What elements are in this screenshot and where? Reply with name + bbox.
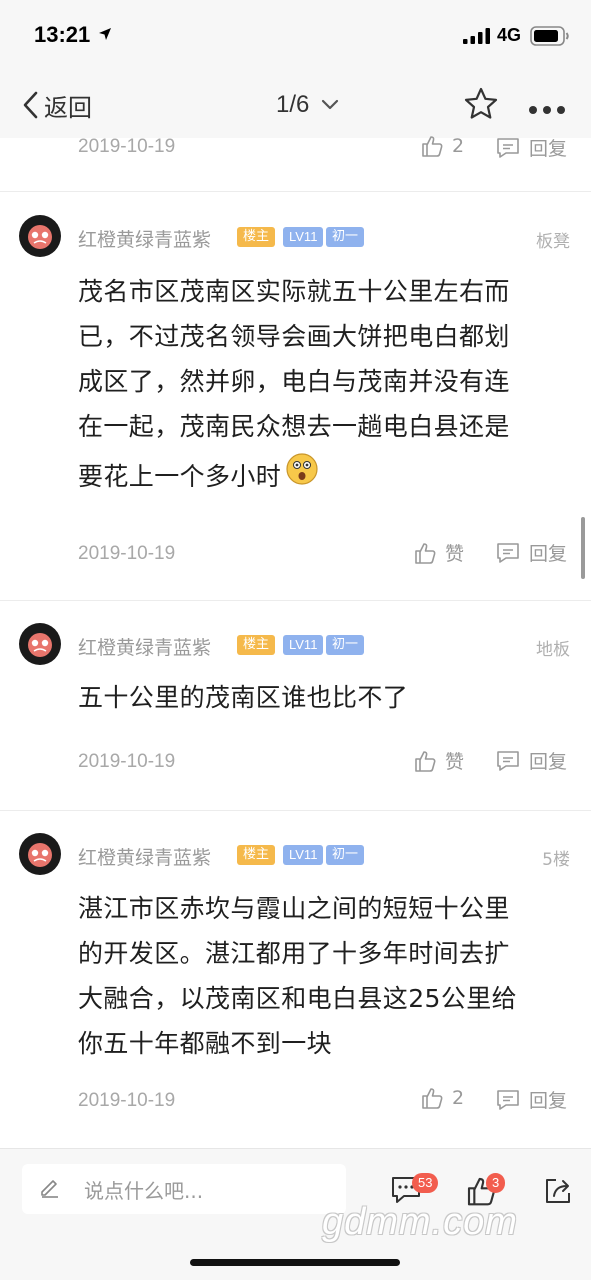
thumbs-up-icon: [422, 1088, 443, 1109]
like-label: 赞: [445, 751, 465, 773]
post-item: 红橙黄绿青蓝紫 楼主 LV11 初一 板凳 茂名市区茂南区实际就五十公里左右而 …: [0, 193, 591, 601]
more-options-icon[interactable]: [528, 100, 566, 119]
thumbs-up-icon: [422, 136, 443, 157]
title-badge: 初一: [326, 635, 365, 655]
avatar[interactable]: [19, 623, 61, 665]
avatar[interactable]: [19, 215, 61, 257]
post-content: 茂名市区茂南区实际就五十公里左右而 已，不过茂名领导会画大饼把电白都划 成区了，…: [78, 269, 553, 503]
post-content: 湛江市区赤坎与霞山之间的短短十公里 的开发区。湛江都用了十多年时间去扩 大融合，…: [78, 886, 553, 1066]
favorite-star-icon[interactable]: [463, 86, 499, 126]
floor-label: 板凳: [536, 232, 570, 252]
home-indicator[interactable]: [190, 1259, 400, 1266]
watermark: gdmm.com: [322, 1201, 518, 1243]
emoji-icon: [285, 452, 319, 500]
level-badge: LV11: [283, 635, 324, 655]
content-line: 的开发区。湛江都用了十多年时间去扩: [78, 939, 510, 968]
comment-icon: [497, 542, 519, 563]
username[interactable]: 红橙黄绿青蓝紫: [78, 843, 211, 870]
pencil-icon: [38, 1175, 62, 1203]
content-line: 成区了，然并卵，电白与茂南并没有连: [78, 367, 510, 396]
scrollbar-thumb[interactable]: [581, 517, 585, 579]
like-button[interactable]: 赞: [413, 539, 464, 566]
content-line: 已，不过茂名领导会画大饼把电白都划: [78, 322, 510, 351]
reply-label: 回复: [529, 751, 568, 773]
like-label: 赞: [445, 543, 465, 565]
chevron-down-icon: [322, 99, 339, 110]
like-button[interactable]: 赞: [413, 747, 464, 774]
back-button[interactable]: 返回: [22, 88, 92, 122]
comment-count-badge: 53: [412, 1173, 439, 1193]
page-indicator: 1/6: [276, 91, 310, 118]
network-type: 4G: [497, 25, 522, 45]
post-item: 红橙黄绿青蓝紫 楼主 LV11 初一 地板 五十公里的茂南区谁也比不了 2019…: [0, 601, 591, 811]
like-count: 2: [452, 135, 465, 157]
comment-icon: [497, 750, 519, 771]
content-line: 大融合，以茂南区和电白县这25公里给: [78, 984, 518, 1013]
username[interactable]: 红橙黄绿青蓝紫: [78, 633, 211, 660]
like-button[interactable]: 2: [420, 134, 464, 158]
title-badge: 初一: [326, 845, 365, 865]
like-count: 2: [452, 1087, 465, 1109]
username[interactable]: 红橙黄绿青蓝紫: [78, 225, 211, 252]
share-icon: [546, 1179, 570, 1203]
previous-post-footer: 2019-10-19 2 回复: [0, 135, 591, 192]
content-line: 茂名市区茂南区实际就五十公里左右而: [78, 277, 510, 306]
content-line: 在一起，茂南民众想去一趟电白县还是: [78, 412, 510, 441]
reply-label: 回复: [529, 138, 568, 160]
reply-button[interactable]: 回复: [495, 747, 567, 774]
reply-button[interactable]: 回复: [495, 539, 567, 566]
bottom-toolbar: 说点什么吧... 53 3 gdmm.com: [0, 1148, 591, 1280]
input-placeholder: 说点什么吧...: [84, 1178, 204, 1203]
owner-badge: 楼主: [237, 635, 276, 655]
level-badge: LV11: [283, 845, 324, 865]
post-date: 2019-10-19: [78, 751, 176, 772]
back-label: 返回: [44, 93, 92, 122]
owner-badge: 楼主: [237, 845, 276, 865]
navigation-bar: 返回 1/6: [0, 72, 591, 138]
level-badge: LV11: [283, 227, 324, 247]
status-time: 13:21: [34, 22, 91, 47]
reply-label: 回复: [529, 1090, 568, 1112]
post-date: 2019-10-19: [78, 1090, 176, 1111]
post-content: 五十公里的茂南区谁也比不了: [78, 675, 553, 720]
chevron-left-icon: [23, 91, 38, 119]
reply-label: 回复: [529, 543, 568, 565]
thumbs-up-icon: [415, 542, 436, 564]
comment-icon: [497, 137, 519, 158]
post-date: 2019-10-19: [78, 136, 176, 157]
content-line: 湛江市区赤坎与霞山之间的短短十公里: [78, 894, 510, 923]
reply-button[interactable]: 回复: [495, 134, 567, 161]
share-button[interactable]: [542, 1175, 574, 1211]
post-item: 红橙黄绿青蓝紫 楼主 LV11 初一 5楼 湛江市区赤坎与霞山之间的短短十公里 …: [0, 811, 591, 1148]
battery-icon: [530, 26, 570, 50]
content-line: 你五十年都融不到一块: [78, 1029, 333, 1058]
floor-label: 地板: [536, 640, 570, 660]
like-count-badge: 3: [486, 1173, 506, 1193]
thumbs-up-icon: [415, 750, 436, 772]
content-line: 要花上一个多小时: [78, 461, 282, 491]
title-badge: 初一: [326, 227, 365, 247]
comment-icon: [497, 1089, 519, 1110]
reply-button[interactable]: 回复: [495, 1086, 567, 1113]
post-date: 2019-10-19: [78, 543, 176, 564]
owner-badge: 楼主: [237, 227, 276, 247]
content-line: 五十公里的茂南区谁也比不了: [78, 683, 409, 712]
cellular-signal-icon: [463, 28, 491, 48]
avatar[interactable]: [19, 833, 61, 875]
page-selector[interactable]: 1/6: [276, 88, 339, 122]
location-arrow-icon: [98, 26, 112, 45]
floor-label: 5楼: [542, 850, 570, 870]
like-button[interactable]: 2: [420, 1086, 464, 1110]
comment-input[interactable]: 说点什么吧...: [22, 1164, 346, 1214]
status-bar: 13:21 4G: [0, 0, 591, 72]
